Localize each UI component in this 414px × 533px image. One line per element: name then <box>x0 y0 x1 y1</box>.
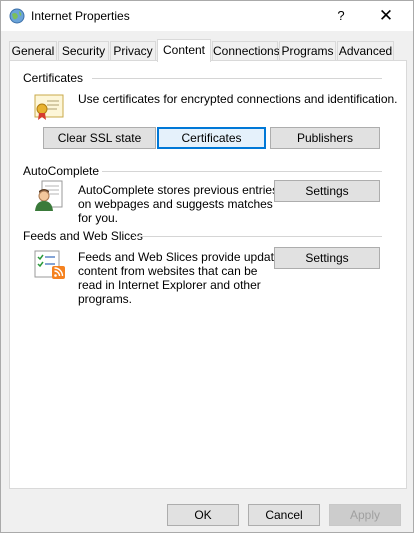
autocomplete-settings-button[interactable]: Settings <box>274 180 380 202</box>
tab-content[interactable]: Content <box>157 39 211 62</box>
apply-button[interactable]: Apply <box>329 504 401 526</box>
autocomplete-description-line-1: AutoComplete stores previous entries <box>78 183 279 197</box>
content-tab-panel: Certificates Use certificates for encryp… <box>9 60 407 489</box>
feeds-settings-button[interactable]: Settings <box>274 247 380 269</box>
tab-security[interactable]: Security <box>58 41 109 61</box>
certificates-description: Use certificates for encrypted connectio… <box>78 92 398 106</box>
feeds-rss-icon <box>33 249 67 281</box>
autocomplete-divider <box>102 171 382 172</box>
tab-privacy[interactable]: Privacy <box>110 41 156 61</box>
feeds-description: Feeds and Web Slices provide updated con… <box>78 250 287 306</box>
tab-connections[interactable]: Connections <box>212 41 280 61</box>
window-title: Internet Properties <box>31 9 130 23</box>
certificates-divider <box>92 78 382 79</box>
autocomplete-user-form-icon <box>34 179 66 213</box>
tab-advanced[interactable]: Advanced <box>337 41 394 61</box>
clear-ssl-state-button[interactable]: Clear SSL state <box>43 127 156 149</box>
certificates-button[interactable]: Certificates <box>157 127 266 149</box>
ok-button[interactable]: OK <box>167 504 239 526</box>
publishers-button[interactable]: Publishers <box>270 127 380 149</box>
internet-properties-dialog: Internet Properties ? ✕ General Security… <box>0 0 414 533</box>
cancel-button[interactable]: Cancel <box>248 504 320 526</box>
title-bar[interactable]: Internet Properties ? ✕ <box>1 1 413 31</box>
feeds-description-line-2: content from websites that can be <box>78 264 258 278</box>
certificates-heading: Certificates <box>23 71 84 85</box>
feeds-heading: Feeds and Web Slices <box>23 229 143 243</box>
autocomplete-description-line-3: for you. <box>78 211 119 225</box>
feeds-description-line-1: Feeds and Web Slices provide updated <box>78 250 288 264</box>
help-button[interactable]: ? <box>329 5 353 27</box>
feeds-description-line-4: programs. <box>78 292 133 306</box>
feeds-divider <box>134 236 382 237</box>
certificate-icon <box>33 91 65 123</box>
internet-globe-icon <box>9 8 25 24</box>
autocomplete-heading: AutoComplete <box>23 164 100 178</box>
close-button[interactable]: ✕ <box>371 5 401 27</box>
autocomplete-description-line-2: on webpages and suggests matches <box>78 197 273 211</box>
feeds-description-line-3: read in Internet Explorer and other <box>78 278 261 292</box>
autocomplete-description: AutoComplete stores previous entries on … <box>78 183 278 225</box>
tab-general[interactable]: General <box>9 41 57 61</box>
tab-programs[interactable]: Programs <box>279 41 336 61</box>
